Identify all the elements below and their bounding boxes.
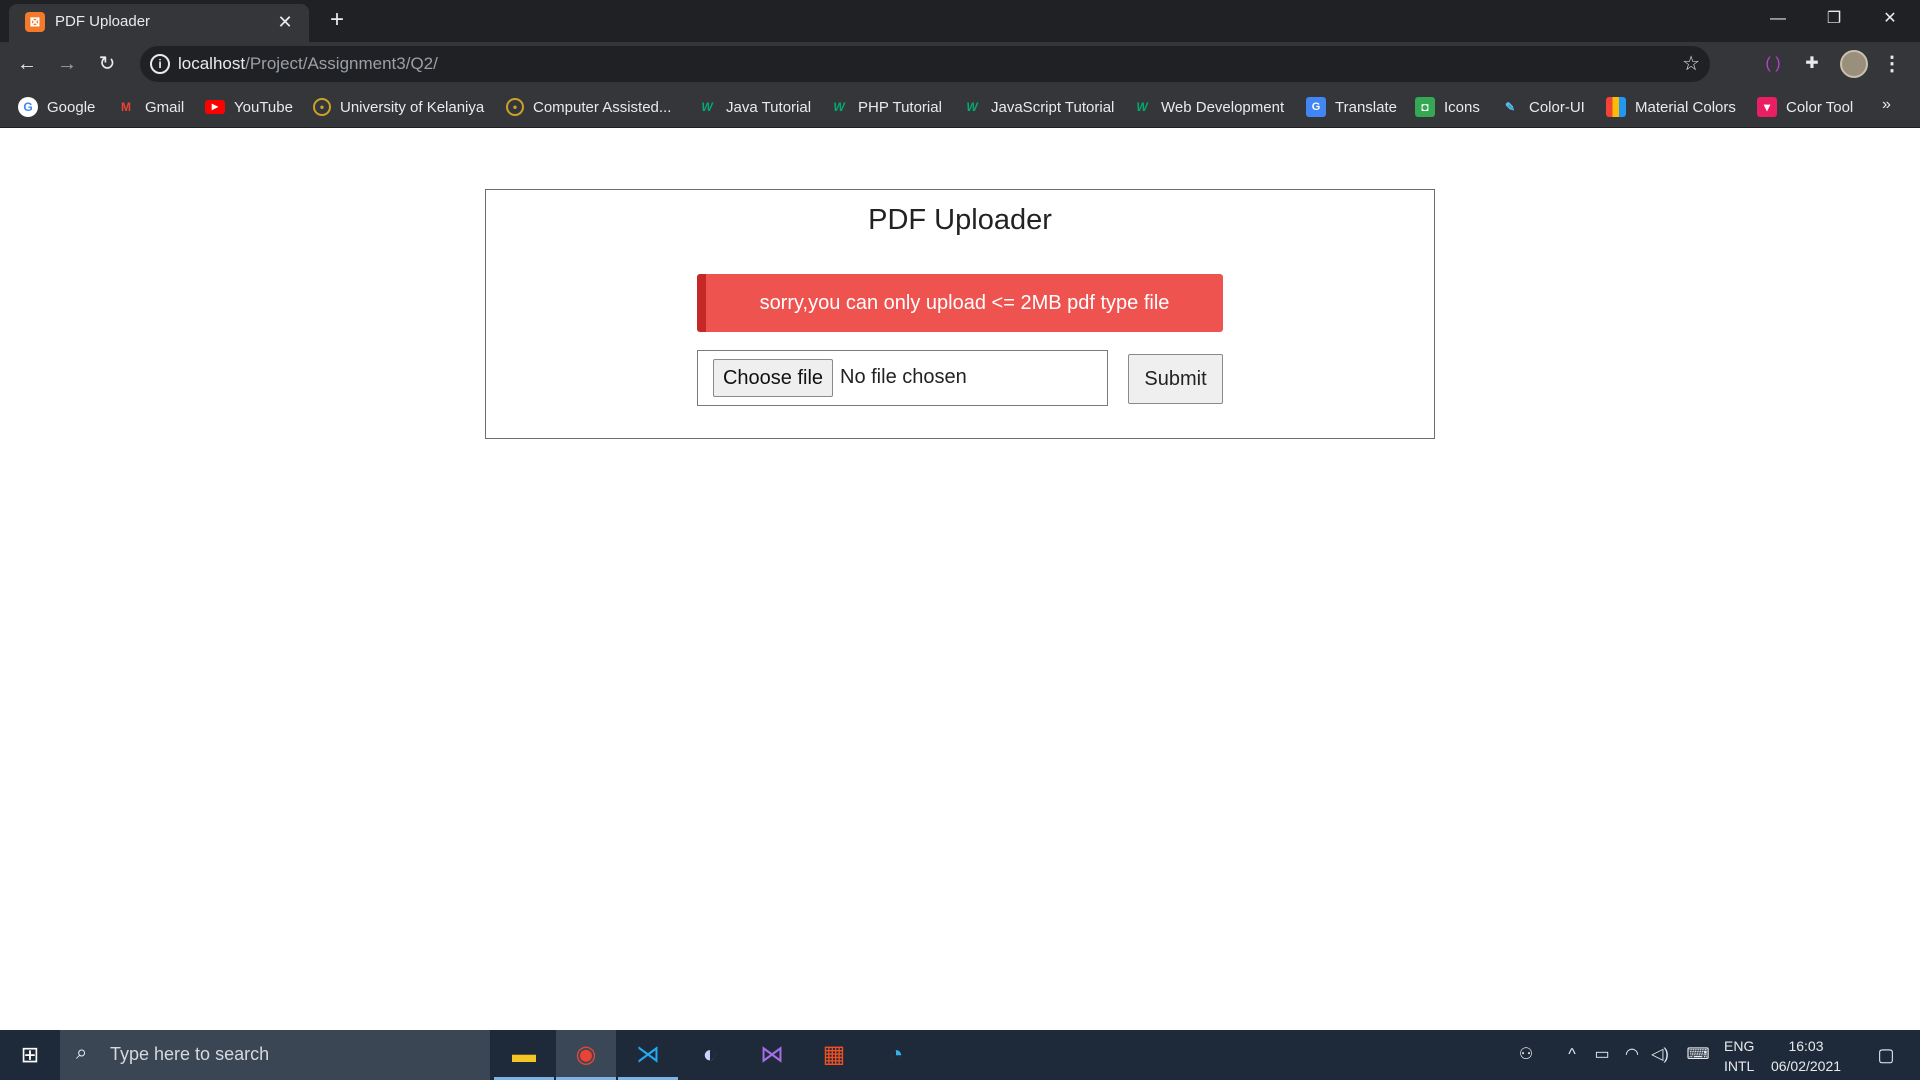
- bookmark-php-tutorial[interactable]: W PHP Tutorial: [829, 86, 942, 128]
- browser-tab[interactable]: ⊠ PDF Uploader ✕: [9, 4, 309, 42]
- notifications-icon[interactable]: ▢: [1866, 1030, 1906, 1080]
- volume-icon[interactable]: ◁): [1648, 1030, 1672, 1080]
- color-ui-icon: ✎: [1504, 100, 1516, 114]
- forward-arrow-icon[interactable]: →: [51, 48, 83, 80]
- color-tool-icon: ▾: [1757, 97, 1777, 117]
- people-icon[interactable]: ⚇: [1514, 1030, 1538, 1080]
- translate-icon: G: [1306, 97, 1326, 117]
- university-icon: •: [313, 98, 331, 116]
- visual-studio-icon[interactable]: ⋈: [742, 1030, 802, 1080]
- bookmark-icons[interactable]: ◘ Icons: [1415, 86, 1480, 128]
- bookmark-university-of-kelaniya[interactable]: • University of Kelaniya: [313, 86, 484, 128]
- material-colors-icon: [1606, 97, 1626, 117]
- uploader-panel: PDF Uploader sorry,you can only upload <…: [485, 189, 1435, 439]
- google-icon: G: [18, 97, 38, 117]
- bookmark-translate[interactable]: G Translate: [1306, 86, 1397, 128]
- search-placeholder: Type here to search: [110, 1044, 270, 1064]
- browser-toolbar: ← → ↻ i localhost/Project/Assignment3/Q2…: [0, 42, 1920, 86]
- wifi-icon[interactable]: ◠: [1620, 1030, 1644, 1080]
- site-info-icon[interactable]: i: [150, 54, 170, 74]
- show-hidden-icons-chevron-icon[interactable]: ^: [1560, 1030, 1584, 1080]
- minimize-button[interactable]: —: [1750, 0, 1806, 38]
- w3schools-icon: W: [966, 100, 978, 114]
- bookmark-color-tool[interactable]: ▾ Color Tool: [1757, 86, 1853, 128]
- microsoft-store-icon[interactable]: ▦: [804, 1030, 864, 1080]
- gmail-icon: M: [121, 100, 131, 114]
- chrome-menu-icon[interactable]: ⋮: [1882, 50, 1902, 78]
- choose-file-button[interactable]: Choose file: [713, 359, 833, 397]
- w3schools-icon: W: [701, 100, 713, 114]
- restore-button[interactable]: ❐: [1806, 0, 1862, 38]
- bookmark-javascript-tutorial[interactable]: W JavaScript Tutorial: [962, 86, 1114, 128]
- windows-start-icon[interactable]: ⊞: [0, 1030, 60, 1080]
- chrome-icon[interactable]: ◉: [556, 1030, 616, 1080]
- tab-close-icon[interactable]: ✕: [273, 10, 297, 34]
- bookmark-color-ui[interactable]: ✎ Color-UI: [1500, 86, 1585, 128]
- tab-title: PDF Uploader: [55, 13, 151, 30]
- bookmark-gmail[interactable]: M Gmail: [116, 86, 184, 128]
- file-input[interactable]: Choose file No file chosen: [697, 350, 1108, 406]
- bookmark-computer-assisted[interactable]: • Computer Assisted...: [506, 86, 671, 128]
- youtube-icon: ▶: [205, 100, 225, 114]
- keyboard-icon[interactable]: ⌨: [1682, 1030, 1714, 1080]
- extension-icon[interactable]: ( ): [1760, 51, 1786, 77]
- clock[interactable]: 16:03 06/02/2021: [1764, 1036, 1848, 1076]
- taskbar-search-box[interactable]: ⌕ Type here to search: [60, 1030, 490, 1080]
- bookmark-star-icon[interactable]: ☆: [1682, 51, 1700, 76]
- bookmark-google[interactable]: G Google: [18, 86, 95, 128]
- icons-icon: ◘: [1415, 97, 1435, 117]
- bookmark-material-colors[interactable]: Material Colors: [1606, 86, 1736, 128]
- page-viewport: PDF Uploader sorry,you can only upload <…: [0, 128, 1920, 1030]
- battery-icon[interactable]: ▭: [1590, 1030, 1614, 1080]
- extensions-puzzle-icon[interactable]: ✚: [1799, 51, 1825, 77]
- edge-icon[interactable]: ◔: [866, 1030, 926, 1080]
- w3schools-icon: W: [1136, 100, 1148, 114]
- university-icon: •: [506, 98, 524, 116]
- eclipse-icon[interactable]: ◐: [680, 1030, 740, 1080]
- profile-avatar[interactable]: [1840, 50, 1868, 78]
- bookmark-youtube[interactable]: ▶ YouTube: [205, 86, 293, 128]
- address-bar[interactable]: i localhost/Project/Assignment3/Q2/ ☆: [140, 46, 1710, 82]
- file-status-text: No file chosen: [840, 366, 967, 388]
- input-language[interactable]: ENG INTL: [1724, 1036, 1754, 1076]
- url-text[interactable]: localhost/Project/Assignment3/Q2/: [178, 54, 438, 74]
- reload-icon[interactable]: ↻: [91, 48, 123, 80]
- taskbar: ⊞ ⌕ Type here to search ▬ ◉ ⋊ ◐ ⋈ ▦ ◔ ⚇ …: [0, 1030, 1920, 1080]
- bookmarks-bar: G Google M Gmail ▶ YouTube • University …: [0, 86, 1920, 128]
- back-arrow-icon[interactable]: ←: [11, 48, 43, 80]
- error-alert: sorry,you can only upload <= 2MB pdf typ…: [697, 274, 1223, 332]
- bookmark-web-development[interactable]: W Web Development: [1132, 86, 1284, 128]
- xampp-favicon-icon: ⊠: [25, 12, 45, 32]
- browser-tab-strip: ⊠ PDF Uploader ✕ + — ❐ ✕: [0, 0, 1920, 42]
- submit-button[interactable]: Submit: [1128, 354, 1223, 404]
- search-icon: ⌕: [76, 1042, 88, 1064]
- w3schools-icon: W: [833, 100, 845, 114]
- new-tab-button[interactable]: +: [323, 6, 351, 34]
- close-window-button[interactable]: ✕: [1862, 0, 1918, 38]
- bookmark-java-tutorial[interactable]: W Java Tutorial: [697, 86, 811, 128]
- vscode-icon[interactable]: ⋊: [618, 1030, 678, 1080]
- bookmarks-overflow-icon[interactable]: »: [1882, 96, 1891, 114]
- file-explorer-icon[interactable]: ▬: [494, 1030, 554, 1080]
- page-title: PDF Uploader: [868, 204, 1052, 236]
